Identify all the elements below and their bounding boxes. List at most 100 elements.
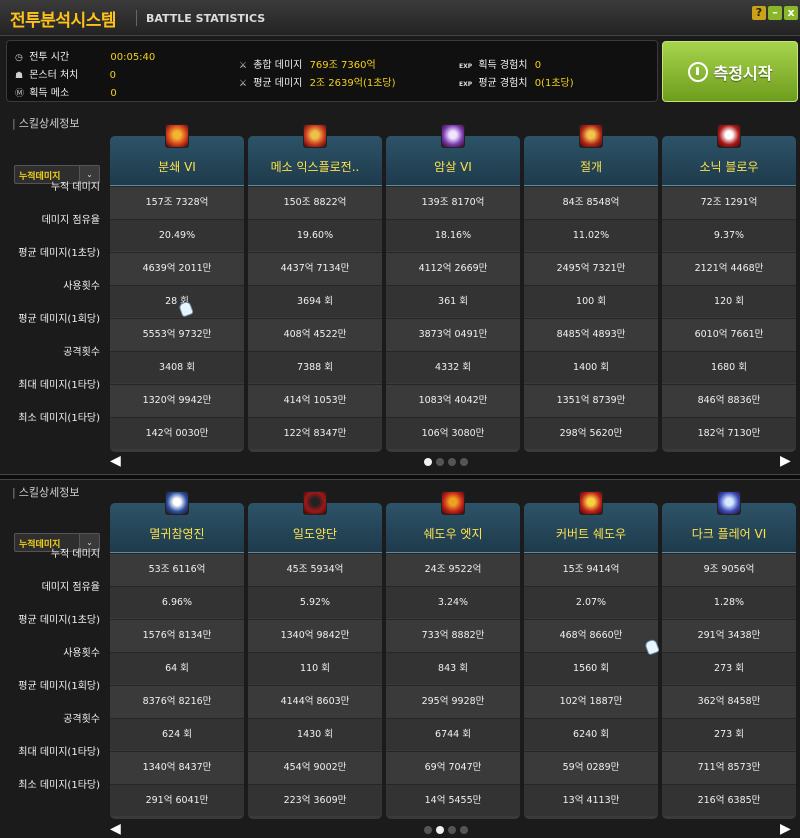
close-button[interactable]: x — [784, 6, 798, 20]
skill-icon-covert-shadow — [579, 491, 603, 515]
stat-cell: 72조 1291억 — [662, 186, 796, 218]
monster-kills-row: ☗ 몬스터 처치 0 — [15, 66, 116, 81]
meso-row: Ⓜ 획득 메소 0 — [15, 84, 117, 99]
stat-cell: 53조 6116억 — [110, 553, 244, 585]
stat-cell: 6.96% — [110, 586, 244, 618]
row-label: 평균 데미지(1초당) — [18, 615, 100, 626]
skill-name: 암살 VI — [434, 160, 472, 174]
exp-icon: EXP — [459, 63, 473, 70]
stat-cell: 1680 회 — [662, 351, 796, 383]
row-label: 누적 데미지 — [50, 549, 100, 560]
minimize-button[interactable]: – — [768, 6, 782, 20]
skill-name: 다크 플레어 VI — [691, 527, 767, 541]
skill-name: 메소 익스플로전.. — [270, 160, 360, 174]
stat-cell: 298억 5620만 — [524, 417, 658, 449]
skill-icon-sonic-blow — [717, 124, 741, 148]
stat-cell: 3694 회 — [248, 285, 382, 317]
page-indicator — [424, 458, 468, 466]
skill-name: 절개 — [579, 160, 603, 174]
stat-cell: 1083억 4042만 — [386, 384, 520, 416]
skill-column: 암살 VI 139조 8170억 18.16% 4112억 2669만 361 회 387… — [386, 136, 520, 452]
summary-panel: ◷ 전투 시간 00:05:40 ☗ 몬스터 처치 0 Ⓜ 획득 메소 0 ⚔ … — [6, 40, 658, 102]
stat-cell: 624 회 — [110, 718, 244, 750]
skill-name: 쉐도우 엣지 — [423, 527, 483, 541]
row-label: 공격횟수 — [63, 347, 100, 358]
row-label: 최소 데미지(1타당) — [18, 413, 100, 424]
stat-cell: 120 회 — [662, 285, 796, 317]
monster-kills-label: 몬스터 처치 — [29, 70, 79, 81]
stat-cell: 4332 회 — [386, 351, 520, 383]
help-button[interactable]: ? — [752, 6, 766, 20]
stat-cell: 28 회 — [110, 285, 244, 317]
stat-cell: 7388 회 — [248, 351, 382, 383]
stat-cell: 100 회 — [524, 285, 658, 317]
stat-cell: 414억 1053만 — [248, 384, 382, 416]
skill-column: 일도양단 45조 5934억 5.92% 1340억 9842만 110 회 4144억 … — [248, 503, 382, 819]
section-title: 스킬상세정보 — [12, 484, 80, 500]
stat-cell: 9조 9056억 — [662, 553, 796, 585]
start-measure-button[interactable]: 측정시작 — [662, 41, 798, 102]
page-dot[interactable] — [448, 826, 456, 834]
exp-gain-row: EXP 획득 경험치 0 — [459, 56, 541, 71]
row-label: 사용횟수 — [63, 648, 100, 659]
stat-cell: 15조 9414억 — [524, 553, 658, 585]
stat-cell: 19.60% — [248, 219, 382, 251]
page-dot[interactable] — [424, 826, 432, 834]
stat-cell: 59억 0289만 — [524, 751, 658, 783]
monster-kills-value: 0 — [109, 70, 116, 81]
stat-cell: 1340억 8437만 — [110, 751, 244, 783]
skill-name: 커버트 쉐도우 — [555, 527, 627, 541]
next-page-arrow[interactable]: ▶ — [780, 821, 791, 837]
prev-page-arrow[interactable]: ◀ — [110, 821, 121, 837]
sword-icon: ⚔ — [239, 61, 248, 71]
page-dot[interactable] — [436, 458, 444, 466]
skill-icon-red-cleave — [303, 491, 327, 515]
stat-cell: 20.49% — [110, 219, 244, 251]
row-label: 누적 데미지 — [50, 182, 100, 193]
row-label: 데미지 점유율 — [41, 215, 100, 226]
row-label: 최대 데미지(1타당) — [18, 747, 100, 758]
page-indicator — [424, 826, 468, 834]
skill-name: 멸귀참영진 — [149, 527, 205, 541]
page-dot[interactable] — [448, 458, 456, 466]
row-label: 사용횟수 — [63, 281, 100, 292]
page-dot[interactable] — [460, 458, 468, 466]
stat-cell: 122억 8347만 — [248, 417, 382, 449]
total-damage-row: ⚔ 총합 데미지 769조 7360억 — [239, 56, 376, 71]
stat-cell: 295억 9928만 — [386, 685, 520, 717]
stat-cell: 2495억 7321만 — [524, 252, 658, 284]
stat-cell: 291억 3438만 — [662, 619, 796, 651]
clock-icon: ◷ — [15, 53, 23, 63]
stat-cell: 142억 0030만 — [110, 417, 244, 449]
stat-cell: 6240 회 — [524, 718, 658, 750]
sword-icon: ⚔ — [239, 79, 248, 89]
page-dot[interactable] — [436, 826, 444, 834]
row-label: 평균 데미지(1회당) — [18, 314, 100, 325]
stat-cell: 6010억 7661만 — [662, 318, 796, 350]
next-page-arrow[interactable]: ▶ — [780, 453, 791, 469]
title-bar: 전투분석시스템 BATTLE STATISTICS ? – x — [0, 0, 800, 36]
stat-cell: 273 회 — [662, 652, 796, 684]
stat-cell: 3408 회 — [110, 351, 244, 383]
stat-cell: 24조 9522억 — [386, 553, 520, 585]
stat-cell: 1400 회 — [524, 351, 658, 383]
exp-icon: EXP — [459, 81, 473, 88]
page-dot[interactable] — [460, 826, 468, 834]
avg-damage-value: 2조 2639억(1초당) — [309, 78, 396, 89]
skill-icon-shadow-edge — [441, 491, 465, 515]
stat-cell: 846억 8836만 — [662, 384, 796, 416]
skill-icon-blue-spirit — [165, 491, 189, 515]
avg-damage-label: 평균 데미지 — [253, 78, 303, 89]
skill-column: 소닉 블로우 72조 1291억 9.37% 2121억 4468만 120 회 6010… — [662, 136, 796, 452]
prev-page-arrow[interactable]: ◀ — [110, 453, 121, 469]
skill-column: 절개 84조 8548억 11.02% 2495억 7321만 100 회 8485억 4… — [524, 136, 658, 452]
stat-cell: 182억 7130만 — [662, 417, 796, 449]
stat-cell: 150조 8822억 — [248, 186, 382, 218]
power-icon — [687, 61, 708, 82]
row-label: 데미지 점유율 — [41, 582, 100, 593]
page-dot[interactable] — [424, 458, 432, 466]
stat-cell: 4144억 8603만 — [248, 685, 382, 717]
exp-gain-label: 획득 경험치 — [478, 60, 528, 71]
divider — [0, 474, 800, 480]
stat-cell: 3.24% — [386, 586, 520, 618]
